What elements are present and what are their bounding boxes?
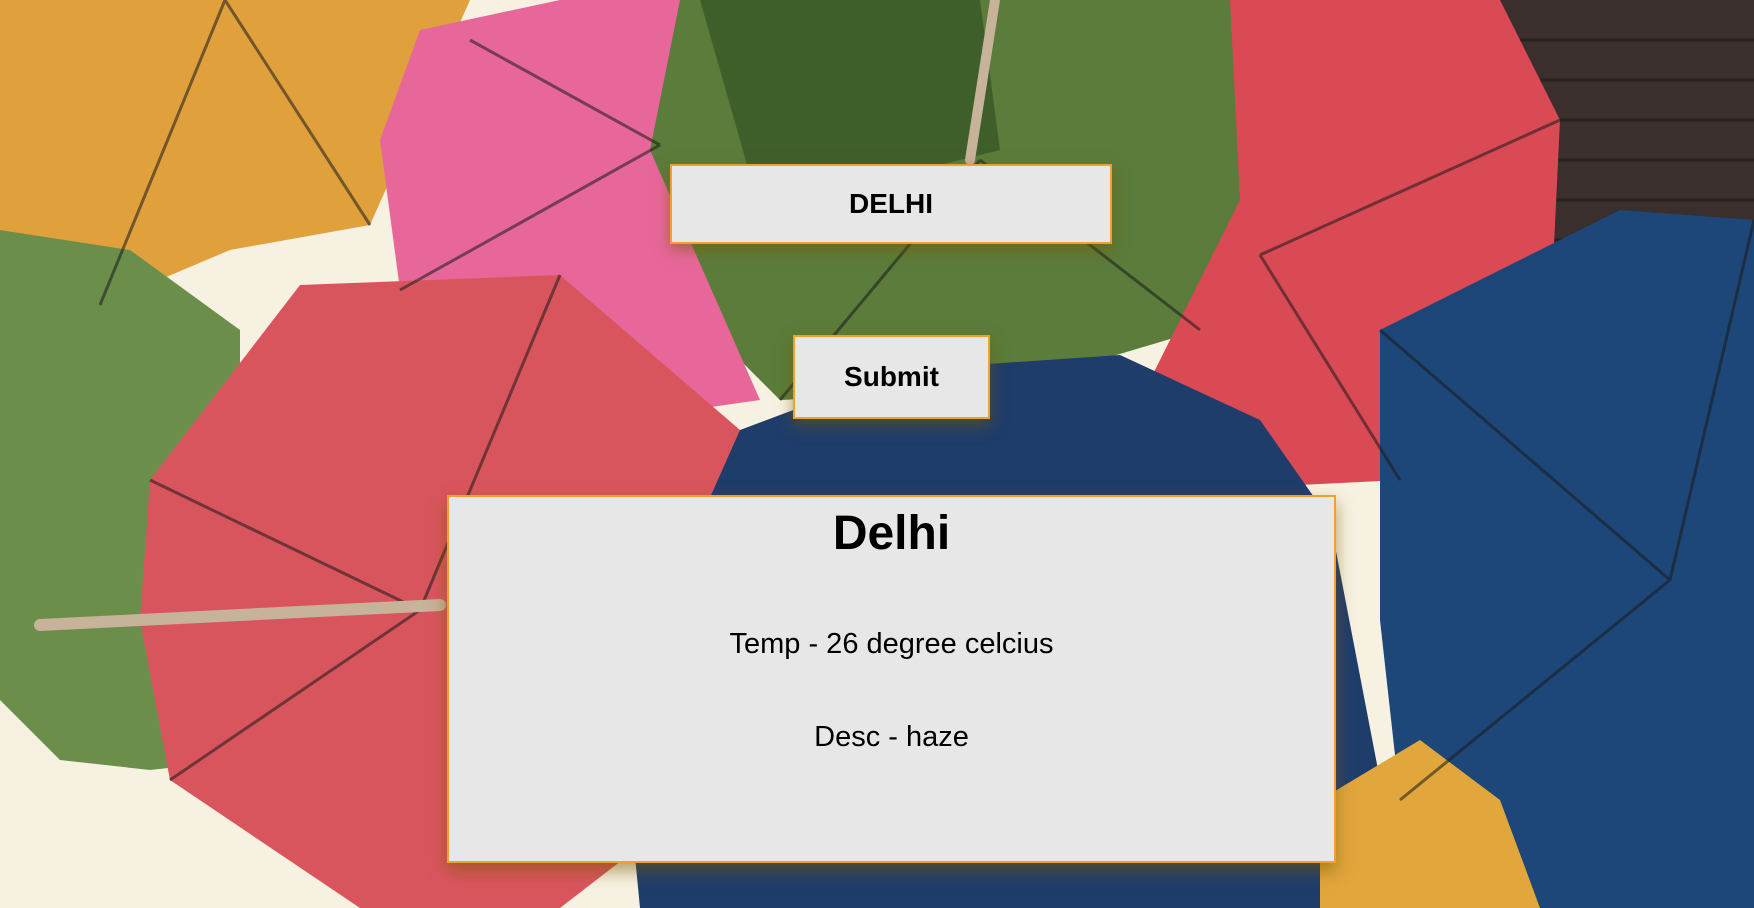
temperature-text: Temp - 26 degree celcius (729, 628, 1054, 660)
weather-result-card: Delhi Temp - 26 degree celcius Desc - ha… (447, 495, 1336, 863)
city-search-input[interactable] (670, 164, 1112, 244)
description-text: Desc - haze (814, 721, 969, 753)
submit-button[interactable]: Submit (793, 335, 990, 419)
city-name-heading: Delhi (832, 507, 951, 560)
